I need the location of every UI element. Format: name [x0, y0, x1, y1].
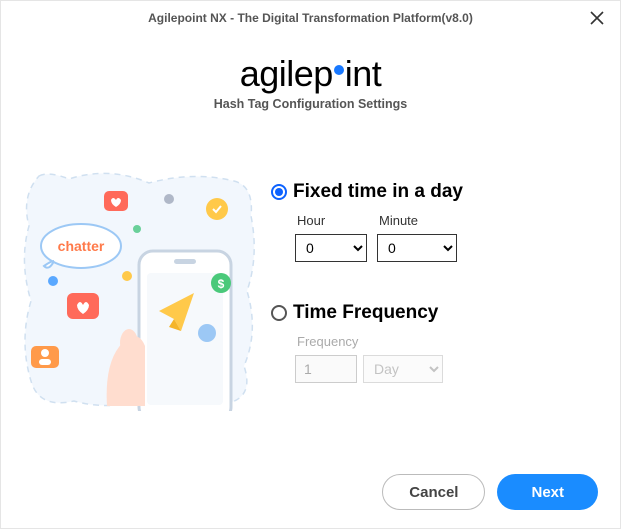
page-subtitle: Hash Tag Configuration Settings: [1, 97, 620, 111]
logo-dot-icon: [334, 65, 344, 75]
frequency-field: Frequency Day: [295, 334, 443, 383]
illustration: chatter $: [19, 171, 259, 411]
window-title: Agilepoint NX - The Digital Transformati…: [148, 11, 473, 25]
fixed-time-option[interactable]: Fixed time in a day: [271, 181, 602, 203]
fixed-time-radio[interactable]: [271, 184, 287, 200]
time-frequency-label: Time Frequency: [293, 302, 438, 324]
logo-block: agilep int Hash Tag Configuration Setting…: [1, 53, 620, 111]
cancel-button[interactable]: Cancel: [382, 474, 485, 510]
logo-prefix: agilep: [240, 53, 333, 95]
svg-text:$: $: [218, 277, 225, 291]
frequency-label: Frequency: [295, 334, 443, 349]
form-column: Fixed time in a day Hour 0 Minute 0 Time…: [259, 171, 602, 423]
logo-suffix: int: [345, 53, 382, 95]
hour-label: Hour: [295, 213, 367, 228]
frequency-input: [295, 355, 357, 383]
time-frequency-fields: Frequency Day: [271, 334, 602, 383]
fixed-time-group: Fixed time in a day Hour 0 Minute 0: [271, 181, 602, 262]
hour-field: Hour 0: [295, 213, 367, 262]
fixed-time-fields: Hour 0 Minute 0: [271, 213, 602, 262]
minute-select[interactable]: 0: [377, 234, 457, 262]
content: chatter $ Fixed time in a day: [1, 171, 620, 423]
minute-label: Minute: [377, 213, 457, 228]
frequency-unit-select: Day: [363, 355, 443, 383]
next-button[interactable]: Next: [497, 474, 598, 510]
chatter-text: chatter: [58, 238, 105, 254]
hour-select[interactable]: 0: [295, 234, 367, 262]
titlebar: Agilepoint NX - The Digital Transformati…: [1, 1, 620, 35]
brand-logo: agilep int: [240, 53, 382, 95]
footer-buttons: Cancel Next: [382, 474, 598, 510]
minute-field: Minute 0: [377, 213, 457, 262]
time-frequency-option[interactable]: Time Frequency: [271, 302, 602, 324]
time-frequency-radio[interactable]: [271, 305, 287, 321]
fixed-time-label: Fixed time in a day: [293, 181, 463, 203]
close-icon[interactable]: [586, 7, 608, 29]
time-frequency-group: Time Frequency Frequency Day: [271, 302, 602, 383]
